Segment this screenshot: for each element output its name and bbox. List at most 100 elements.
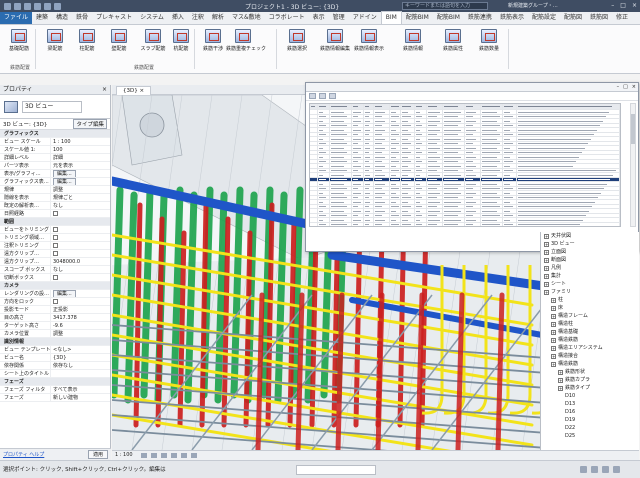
- property-checkbox[interactable]: [53, 227, 58, 232]
- ribbon-tab-10[interactable]: コラボレート: [265, 12, 309, 24]
- property-value[interactable]: [50, 250, 110, 257]
- expand-icon[interactable]: +: [551, 322, 556, 327]
- property-value[interactable]: なし: [50, 202, 110, 209]
- user-name[interactable]: 新規建築グループ・…: [508, 2, 558, 9]
- ribbon-button-8[interactable]: 鉄筋選択: [280, 28, 314, 60]
- property-value[interactable]: 詳細: [50, 154, 110, 161]
- property-row[interactable]: 依存関係 依存なし: [0, 362, 110, 370]
- ribbon-button-10[interactable]: 鉄筋情報表示: [352, 28, 386, 60]
- filter-icon[interactable]: [613, 466, 620, 473]
- expand-icon[interactable]: +: [544, 290, 549, 295]
- sort-icon[interactable]: [319, 93, 326, 99]
- browser-tree-item[interactable]: + シート: [541, 280, 639, 288]
- property-value[interactable]: 依存なし: [50, 362, 110, 369]
- browser-tree-item[interactable]: D13: [541, 400, 639, 408]
- link-icon[interactable]: [580, 466, 587, 473]
- ribbon-button-5[interactable]: 杭配筋: [164, 28, 198, 60]
- expand-icon[interactable]: +: [551, 338, 556, 343]
- property-row[interactable]: 詳細レベル 詳細: [0, 154, 110, 162]
- rebar-table-scrollbar[interactable]: [630, 103, 636, 227]
- export-icon[interactable]: [329, 93, 336, 99]
- property-value[interactable]: 1 : 100: [50, 138, 110, 145]
- browser-tree-item[interactable]: + 断面図: [541, 256, 639, 264]
- browser-tree-item[interactable]: + 床: [541, 304, 639, 312]
- ribbon-button-7[interactable]: 鉄筋重複チェック: [226, 28, 266, 60]
- ribbon-tab-9[interactable]: マス&敷地: [228, 12, 265, 24]
- apply-button[interactable]: 適用: [87, 450, 108, 459]
- ribbon-tab-4[interactable]: プレキャスト: [92, 12, 136, 24]
- property-row[interactable]: ビュー テンプレート <なし>: [0, 346, 110, 354]
- ribbon-tab-7[interactable]: 注釈: [188, 12, 208, 24]
- property-value[interactable]: なし: [50, 266, 110, 273]
- property-value[interactable]: [50, 298, 110, 305]
- property-row[interactable]: 日照経路: [0, 210, 110, 218]
- rebar-list-window[interactable]: – □ ×: [305, 82, 639, 252]
- open-icon[interactable]: [14, 2, 21, 10]
- rebar-table[interactable]: [309, 103, 621, 227]
- ribbon-tab-21[interactable]: 鉄筋図: [586, 12, 612, 24]
- save-icon[interactable]: [24, 2, 31, 10]
- browser-tree-item[interactable]: + 構造エリアシステム: [541, 344, 639, 352]
- ribbon-tab-13[interactable]: アドイン: [349, 12, 381, 24]
- browser-tree-item[interactable]: + 構造柱: [541, 320, 639, 328]
- property-value[interactable]: [50, 274, 110, 281]
- ribbon-tab-5[interactable]: システム: [136, 12, 168, 24]
- browser-tree-item[interactable]: + 構造フレーム: [541, 312, 639, 320]
- property-value[interactable]: -9.6: [50, 322, 110, 329]
- browser-tree-item[interactable]: D19: [541, 416, 639, 424]
- browser-tree-item[interactable]: + 天井伏図: [541, 232, 639, 240]
- sun-path-icon[interactable]: [160, 453, 167, 458]
- expand-icon[interactable]: +: [551, 362, 556, 367]
- ribbon-tab-2[interactable]: 構造: [52, 12, 72, 24]
- property-value[interactable]: 規律ごと: [50, 194, 110, 201]
- ribbon-tab-17[interactable]: 鉄筋連携: [464, 12, 496, 24]
- ribbon-button-2[interactable]: 柱配筋: [70, 28, 104, 60]
- browser-tree-item[interactable]: + 構造鉄筋: [541, 336, 639, 344]
- property-row[interactable]: フェーズ 新しい建物: [0, 394, 110, 402]
- minimize-button[interactable]: –: [617, 83, 620, 92]
- workset-selector[interactable]: [296, 465, 376, 475]
- property-row[interactable]: 遠方クリップ… 3048000.0: [0, 258, 110, 266]
- property-row[interactable]: 隠線を表示 規律ごと: [0, 194, 110, 202]
- property-row[interactable]: グラフィックス表… 編集...: [0, 178, 110, 186]
- property-row[interactable]: ビュー名 {3D}: [0, 354, 110, 362]
- property-value[interactable]: 調整: [50, 330, 110, 337]
- property-checkbox[interactable]: [53, 275, 58, 280]
- browser-tree-item[interactable]: + 凡例: [541, 264, 639, 272]
- minimize-button[interactable]: –: [611, 2, 614, 9]
- property-row[interactable]: 注釈トリミング: [0, 242, 110, 250]
- browser-tree-item[interactable]: + 立面図: [541, 248, 639, 256]
- expand-icon[interactable]: +: [544, 242, 549, 247]
- ribbon-button-3[interactable]: 壁配筋: [102, 28, 136, 60]
- property-value[interactable]: 100: [50, 146, 110, 153]
- property-row[interactable]: 既定の解析表… なし: [0, 202, 110, 210]
- visual-style-icon[interactable]: [150, 453, 157, 458]
- close-button[interactable]: ×: [632, 2, 637, 9]
- expand-icon[interactable]: +: [558, 378, 563, 383]
- type-selector[interactable]: 3D ビュー: [0, 95, 110, 119]
- property-value[interactable]: 3048000.0: [50, 258, 110, 265]
- property-row[interactable]: パーツ表示 元を表示: [0, 162, 110, 170]
- property-value[interactable]: 正投影: [50, 306, 110, 313]
- ribbon-tab-16[interactable]: 配筋BIM: [433, 12, 464, 24]
- ribbon-button-9[interactable]: 鉄筋情報編集: [318, 28, 352, 60]
- app-menu-icon[interactable]: [4, 2, 11, 10]
- view-scale[interactable]: 1 : 100: [115, 451, 137, 460]
- filter-icon[interactable]: [309, 93, 316, 99]
- expand-icon[interactable]: +: [544, 250, 549, 255]
- tab-3d-view[interactable]: {3D} ×: [116, 86, 152, 95]
- browser-tree-item[interactable]: + 鉄筋形状: [541, 368, 639, 376]
- property-row[interactable]: ターゲット高さ -9.6: [0, 322, 110, 330]
- expand-icon[interactable]: +: [551, 354, 556, 359]
- property-checkbox[interactable]: [53, 211, 58, 216]
- property-value[interactable]: すべて表示: [50, 386, 110, 393]
- browser-tree-item[interactable]: D10: [541, 392, 639, 400]
- property-row[interactable]: カメラ位置 調整: [0, 330, 110, 338]
- property-value[interactable]: 3417.378: [50, 314, 110, 321]
- ribbon-button-6[interactable]: 鉄筋干渉: [196, 28, 230, 60]
- ribbon-button-12[interactable]: 鉄筋属性: [436, 28, 470, 60]
- property-value[interactable]: [50, 226, 110, 233]
- ribbon-button-13[interactable]: 鉄筋数量: [472, 28, 506, 60]
- property-value[interactable]: [50, 234, 110, 241]
- detail-level-icon[interactable]: [140, 453, 147, 458]
